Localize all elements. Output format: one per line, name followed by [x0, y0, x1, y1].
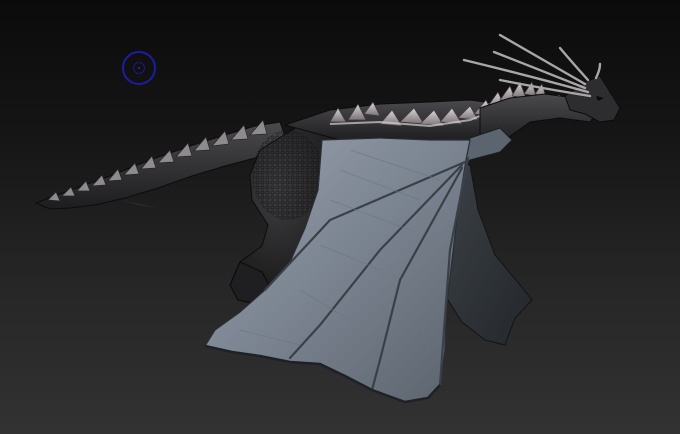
tail-tip — [120, 200, 158, 208]
head-horns — [462, 33, 602, 98]
brush-circle-icon — [122, 51, 156, 85]
dragon-model[interactable] — [0, 0, 680, 434]
brush-center-dot — [138, 67, 140, 69]
sculpt-viewport[interactable] — [0, 0, 680, 434]
